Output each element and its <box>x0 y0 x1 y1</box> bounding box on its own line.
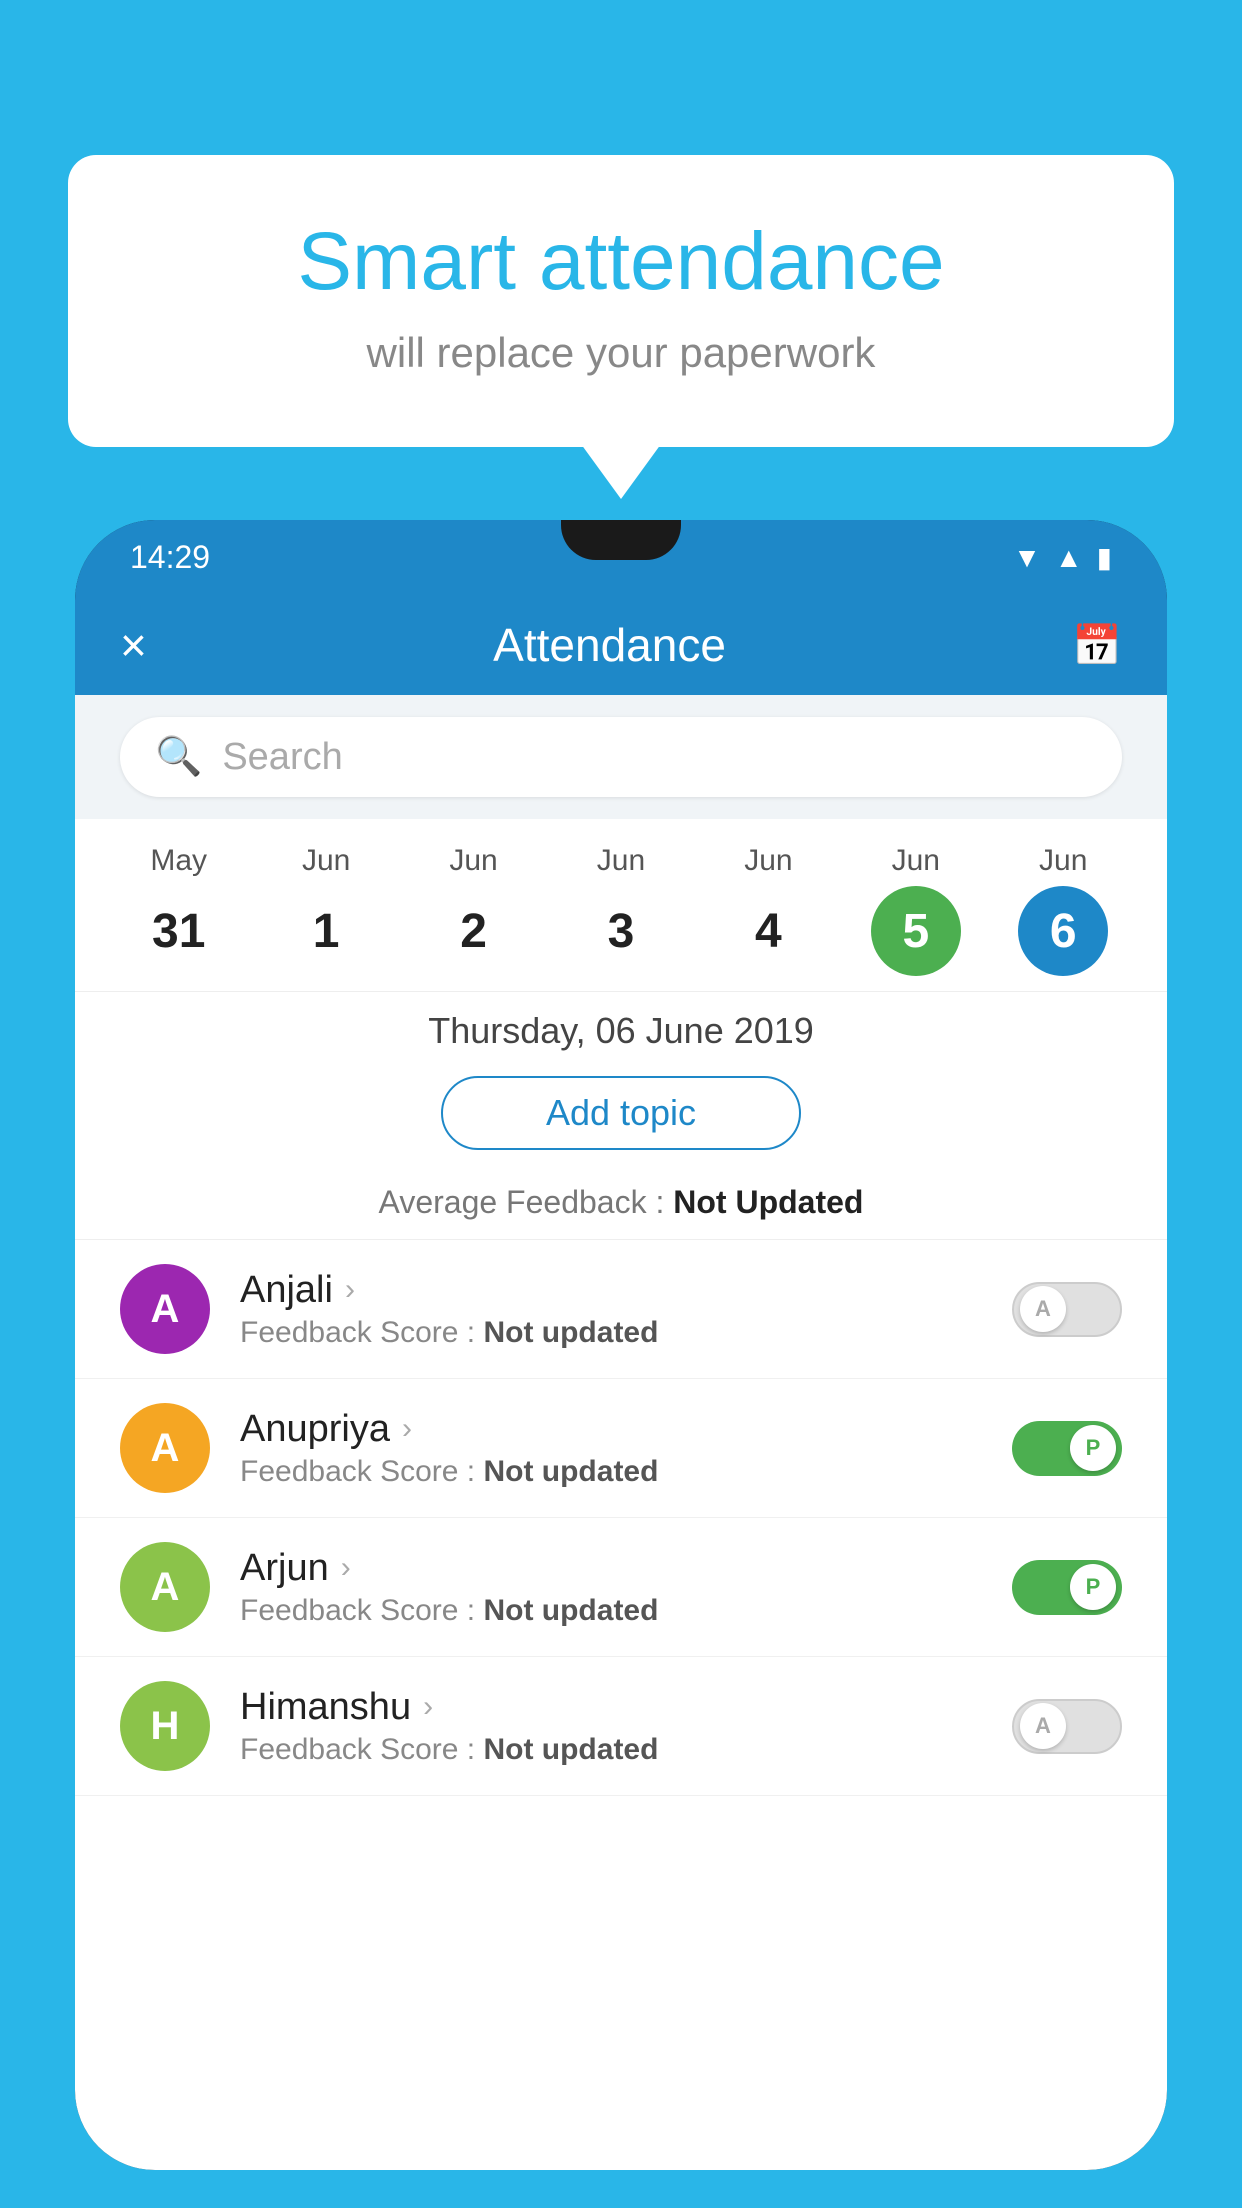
cal-month-label: Jun <box>449 844 497 878</box>
cal-month-label: Jun <box>892 844 940 878</box>
chevron-icon: › <box>345 1273 355 1307</box>
bubble-subtitle: will replace your paperwork <box>148 329 1094 377</box>
attendance-toggle[interactable]: A <box>1012 1282 1122 1337</box>
calendar-day[interactable]: Jun 6 <box>1018 844 1108 976</box>
toggle-container[interactable]: P <box>1012 1560 1122 1615</box>
close-button[interactable]: × <box>120 618 147 672</box>
attendance-toggle[interactable]: A <box>1012 1699 1122 1754</box>
cal-date-number[interactable]: 31 <box>134 886 224 976</box>
status-icons: ▼ ▲ ▮ <box>1013 541 1112 574</box>
attendance-toggle[interactable]: P <box>1012 1560 1122 1615</box>
app-header: × Attendance 📅 <box>75 595 1167 695</box>
cal-month-label: Jun <box>597 844 645 878</box>
feedback-score: Feedback Score : Not updated <box>240 1733 1012 1767</box>
cal-date-number[interactable]: 1 <box>281 886 371 976</box>
calendar-day[interactable]: Jun 5 <box>871 844 961 976</box>
calendar-strip: May 31 Jun 1 Jun 2 Jun 3 Jun 4 Jun 5 Jun 6 <box>75 819 1167 991</box>
calendar-day[interactable]: Jun 4 <box>723 844 813 976</box>
student-name: Himanshu › <box>240 1686 1012 1729</box>
search-bar-container: 🔍 Search <box>75 695 1167 819</box>
search-bar[interactable]: 🔍 Search <box>120 717 1122 797</box>
phone-device: 14:29 ▼ ▲ ▮ × Attendance 📅 🔍 Search <box>75 520 1167 2170</box>
bubble-title: Smart attendance <box>148 215 1094 309</box>
calendar-day[interactable]: May 31 <box>134 844 224 976</box>
student-name: Anjali › <box>240 1269 1012 1312</box>
cal-date-number[interactable]: 5 <box>871 886 961 976</box>
chevron-icon: › <box>423 1690 433 1724</box>
student-list: AAnjali ›Feedback Score : Not updatedAAA… <box>75 1240 1167 1796</box>
toggle-knob: A <box>1020 1703 1066 1749</box>
search-icon: 🔍 <box>155 735 202 779</box>
student-item[interactable]: AAnjali ›Feedback Score : Not updatedA <box>75 1240 1167 1379</box>
feedback-score: Feedback Score : Not updated <box>240 1316 1012 1350</box>
calendar-icon[interactable]: 📅 <box>1072 622 1122 669</box>
toggle-knob: A <box>1020 1286 1066 1332</box>
search-placeholder: Search <box>222 736 342 779</box>
feedback-score: Feedback Score : Not updated <box>240 1594 1012 1628</box>
cal-month-label: Jun <box>744 844 792 878</box>
student-avatar: H <box>120 1681 210 1771</box>
avg-feedback-value: Not Updated <box>673 1184 863 1220</box>
student-item[interactable]: A Anupriya › Feedback Score : Not updated P <box>75 1379 1167 1518</box>
toggle-container[interactable]: P <box>1012 1421 1122 1476</box>
phone-notch <box>561 520 681 560</box>
toggle-knob: P <box>1070 1425 1116 1471</box>
chevron-icon: › <box>341 1551 351 1585</box>
selected-date: Thursday, 06 June 2019 <box>75 991 1167 1066</box>
student-name: Anupriya › <box>240 1408 1012 1451</box>
cal-date-number[interactable]: 4 <box>723 886 813 976</box>
student-avatar: A <box>120 1264 210 1354</box>
cal-date-number[interactable]: 2 <box>429 886 519 976</box>
attendance-toggle[interactable]: P <box>1012 1421 1122 1476</box>
app-title: Attendance <box>493 618 726 672</box>
average-feedback: Average Feedback : Not Updated <box>75 1184 1167 1240</box>
cal-date-number[interactable]: 6 <box>1018 886 1108 976</box>
add-topic-button[interactable]: Add topic <box>441 1076 801 1150</box>
student-info: Himanshu › Feedback Score : Not updated <box>240 1686 1012 1767</box>
calendar-day[interactable]: Jun 1 <box>281 844 371 976</box>
feedback-score: Feedback Score : Not updated <box>240 1455 1012 1489</box>
toggle-knob: P <box>1070 1564 1116 1610</box>
speech-bubble: Smart attendance will replace your paper… <box>68 155 1174 447</box>
calendar-day[interactable]: Jun 2 <box>429 844 519 976</box>
student-name: Arjun › <box>240 1547 1012 1590</box>
student-avatar: A <box>120 1542 210 1632</box>
phone-container: 14:29 ▼ ▲ ▮ × Attendance 📅 🔍 Search <box>75 520 1167 2208</box>
student-info: Anjali › Feedback Score : Not updated <box>240 1269 1012 1350</box>
chevron-icon: › <box>402 1412 412 1446</box>
student-item[interactable]: H Himanshu › Feedback Score : Not updatedA <box>75 1657 1167 1796</box>
status-time: 14:29 <box>130 539 210 576</box>
speech-bubble-container: Smart attendance will replace your paper… <box>68 155 1174 447</box>
cal-date-number[interactable]: 3 <box>576 886 666 976</box>
student-item[interactable]: A Arjun › Feedback Score : Not updated P <box>75 1518 1167 1657</box>
avg-feedback-label: Average Feedback : <box>379 1184 674 1220</box>
cal-month-label: May <box>150 844 207 878</box>
student-avatar: A <box>120 1403 210 1493</box>
wifi-icon: ▼ <box>1013 542 1041 574</box>
status-bar: 14:29 ▼ ▲ ▮ <box>75 520 1167 595</box>
signal-icon: ▲ <box>1055 542 1083 574</box>
student-info: Arjun › Feedback Score : Not updated <box>240 1547 1012 1628</box>
cal-month-label: Jun <box>302 844 350 878</box>
toggle-container[interactable]: A <box>1012 1282 1122 1337</box>
battery-icon: ▮ <box>1097 541 1112 574</box>
student-info: Anupriya › Feedback Score : Not updated <box>240 1408 1012 1489</box>
cal-month-label: Jun <box>1039 844 1087 878</box>
toggle-container[interactable]: A <box>1012 1699 1122 1754</box>
app-content: 🔍 Search May 31 Jun 1 Jun 2 Jun 3 Jun 4 Jun 5 Jun 6 T… <box>75 695 1167 2170</box>
calendar-day[interactable]: Jun 3 <box>576 844 666 976</box>
